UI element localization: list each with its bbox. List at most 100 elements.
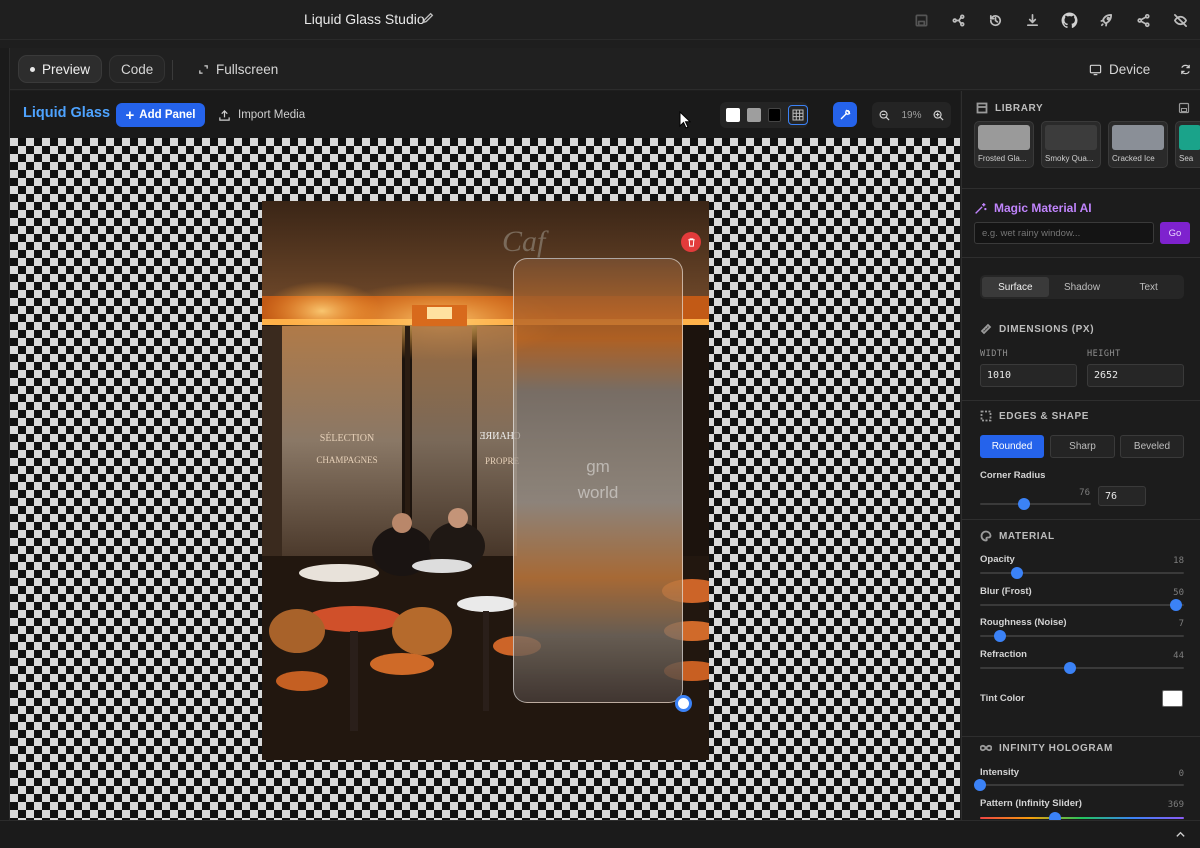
hologram-title: INFINITY HOLOGRAM [999, 742, 1113, 754]
corner-radius-slider[interactable] [980, 498, 1091, 510]
library-item[interactable]: Sea [1175, 121, 1200, 168]
branch-icon[interactable] [946, 8, 970, 32]
library-title: LIBRARY [995, 102, 1044, 114]
slider-thumb[interactable] [994, 630, 1007, 642]
ruler-icon [980, 323, 992, 335]
code-tab[interactable]: Code [109, 55, 166, 83]
import-media-label: Import Media [238, 109, 306, 121]
background-picker [720, 102, 809, 128]
width-field[interactable]: 1010 [980, 364, 1077, 387]
preview-label: Preview [42, 61, 91, 77]
corner-radius-value: 76 [1079, 488, 1090, 498]
shape-sharp-button[interactable]: Sharp [1050, 435, 1115, 458]
library-swatch [1112, 125, 1164, 150]
device-button[interactable]: Device [1078, 55, 1161, 83]
magic-wand-button[interactable] [833, 102, 857, 127]
brand-title: Liquid Glass [23, 105, 111, 121]
import-media-button[interactable]: Import Media [218, 103, 305, 127]
tab-text[interactable]: Text [1115, 277, 1182, 297]
plus-icon: + [125, 106, 135, 124]
opacity-value: 18 [1173, 556, 1184, 566]
slider-thumb[interactable] [1169, 599, 1182, 611]
magic-prompt-input[interactable] [974, 222, 1154, 244]
deploy-rocket-icon[interactable] [1094, 8, 1118, 32]
slider-thumb[interactable] [974, 779, 986, 791]
library-item[interactable]: Frosted Gla... [974, 121, 1034, 168]
slider-thumb[interactable] [1010, 567, 1023, 579]
corner-radius-label: Corner Radius [980, 470, 1046, 481]
add-panel-label: Add Panel [139, 109, 196, 121]
view-toolbar: Preview Code Fullscreen Device [10, 48, 1200, 90]
blur-label: Blur (Frost) [980, 586, 1032, 597]
zoom-out-icon[interactable] [879, 110, 890, 121]
upload-icon [218, 109, 231, 122]
roughness-slider[interactable] [980, 630, 1184, 642]
library-item-label: Frosted Gla... [978, 154, 1027, 163]
magic-go-button[interactable]: Go [1160, 222, 1190, 244]
pattern-value: 369 [1167, 800, 1184, 810]
pattern-slider[interactable] [980, 812, 1184, 820]
library-item[interactable]: Cracked Ice [1108, 121, 1168, 168]
magic-material-title: Magic Material AI [994, 201, 1092, 215]
fullscreen-button[interactable]: Fullscreen [187, 55, 289, 83]
tab-shadow[interactable]: Shadow [1049, 277, 1116, 297]
save-icon[interactable] [909, 8, 933, 32]
intensity-slider[interactable] [974, 779, 1184, 791]
slider-thumb[interactable] [1049, 812, 1062, 820]
wand-icon [840, 109, 851, 119]
section-divider [962, 400, 1200, 401]
glass-panel[interactable]: gm world [513, 258, 683, 703]
glass-text-line-1: gm [586, 457, 610, 476]
library-item[interactable]: Smoky Qua... [1041, 121, 1101, 168]
slider-thumb[interactable] [1018, 498, 1031, 510]
edit-title-icon[interactable] [421, 11, 437, 27]
trash-icon [687, 237, 695, 247]
shape-rounded-button[interactable]: Rounded [980, 435, 1044, 458]
preview-tab[interactable]: Preview [18, 55, 103, 83]
height-field[interactable]: 2652 [1087, 364, 1184, 387]
refraction-label: Refraction [980, 649, 1027, 660]
tint-color-label: Tint Color [980, 693, 1025, 704]
hide-eye-icon[interactable] [1168, 8, 1192, 32]
preview-dot-icon [30, 66, 35, 72]
delete-photo-button[interactable] [681, 232, 701, 252]
share-icon[interactable] [1131, 8, 1155, 32]
save-preset-icon[interactable] [1178, 102, 1190, 114]
device-label: Device [1109, 61, 1151, 77]
section-divider [962, 188, 1200, 189]
bg-gray-swatch[interactable] [746, 108, 761, 122]
bg-black-swatch[interactable] [767, 108, 782, 122]
github-icon[interactable] [1057, 8, 1081, 32]
resize-handle[interactable] [675, 695, 692, 712]
download-icon[interactable] [1020, 8, 1044, 32]
height-label: HEIGHT [1087, 349, 1121, 359]
slider-thumb[interactable] [1063, 662, 1076, 674]
bg-checker-swatch[interactable] [788, 105, 809, 125]
edges-header: EDGES & SHAPE [980, 410, 1089, 422]
fullscreen-icon [198, 64, 209, 75]
chevron-up-icon[interactable] [1175, 827, 1186, 845]
zoom-control: 19% [872, 102, 951, 128]
bg-white-swatch[interactable] [726, 108, 740, 122]
opacity-slider[interactable] [980, 567, 1184, 579]
corner-radius-field[interactable]: 76 [1098, 486, 1146, 506]
rotate-icon[interactable] [1168, 55, 1200, 83]
svg-text:CHAMPAGNES: CHAMPAGNES [316, 455, 377, 465]
library-item-label: Cracked Ice [1112, 154, 1155, 163]
history-icon[interactable] [983, 8, 1007, 32]
bottom-bar [0, 820, 1200, 848]
zoom-in-icon[interactable] [933, 110, 944, 121]
blur-slider[interactable] [980, 599, 1184, 611]
tab-surface[interactable]: Surface [982, 277, 1049, 297]
top-bar: Liquid Glass Studio [0, 0, 1200, 40]
library-item-label: Smoky Qua... [1045, 154, 1094, 163]
material-title: MATERIAL [999, 530, 1055, 542]
add-panel-button[interactable]: + Add Panel [116, 103, 205, 127]
library-item-label: Sea [1179, 154, 1194, 163]
shape-beveled-button[interactable]: Beveled [1120, 435, 1184, 458]
section-divider [962, 257, 1200, 258]
library-swatch [1045, 125, 1097, 150]
hologram-header: INFINITY HOLOGRAM [980, 742, 1113, 754]
tint-color-swatch[interactable] [1162, 690, 1183, 707]
refraction-slider[interactable] [980, 662, 1184, 674]
